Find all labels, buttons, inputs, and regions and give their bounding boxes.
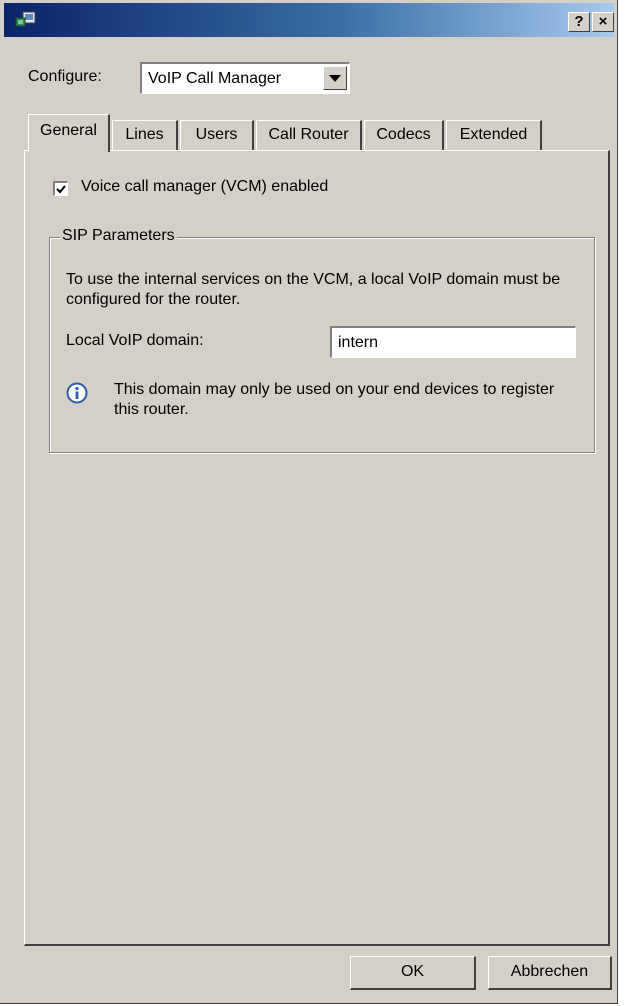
configure-label: Configure:	[28, 68, 102, 85]
local-domain-label: Local VoIP domain:	[66, 332, 204, 349]
network-app-icon	[15, 11, 36, 27]
tab-extended[interactable]: Extended	[446, 120, 542, 150]
vcm-enabled-label[interactable]: Voice call manager (VCM) enabled	[81, 178, 328, 196]
tab-general[interactable]: General	[28, 114, 110, 152]
tab-users[interactable]: Users	[180, 120, 254, 150]
close-button[interactable]: ×	[592, 12, 614, 32]
tab-codecs[interactable]: Codecs	[364, 120, 444, 150]
title-bar[interactable]: ? ×	[4, 3, 614, 37]
info-icon	[66, 382, 88, 404]
cancel-button[interactable]: Abbrechen	[488, 956, 612, 990]
checkmark-icon	[56, 185, 66, 194]
general-tab-panel: Voice call manager (VCM) enabled SIP Par…	[24, 150, 610, 946]
sip-parameters-legend: SIP Parameters	[60, 227, 177, 245]
configure-selected-value: VoIP Call Manager	[148, 70, 282, 87]
tab-lines[interactable]: Lines	[112, 120, 178, 150]
ok-button[interactable]: OK	[350, 956, 476, 990]
sip-description: To use the internal services on the VCM,…	[66, 271, 561, 308]
tab-call-router[interactable]: Call Router	[256, 120, 362, 150]
chevron-down-icon[interactable]	[323, 66, 347, 90]
tab-strip: General Lines Users Call Router Codecs E…	[28, 114, 548, 152]
configure-dropdown[interactable]: VoIP Call Manager	[140, 62, 350, 94]
help-button[interactable]: ?	[568, 12, 590, 32]
sip-parameters-group: SIP Parameters To use the internal servi…	[49, 227, 595, 453]
info-text: This domain may only be used on your end…	[114, 381, 555, 418]
vcm-enabled-checkbox[interactable]	[53, 181, 68, 196]
local-domain-input[interactable]	[330, 326, 576, 358]
dialog-window: ? × Configure: VoIP Call Manager General…	[0, 0, 618, 1004]
